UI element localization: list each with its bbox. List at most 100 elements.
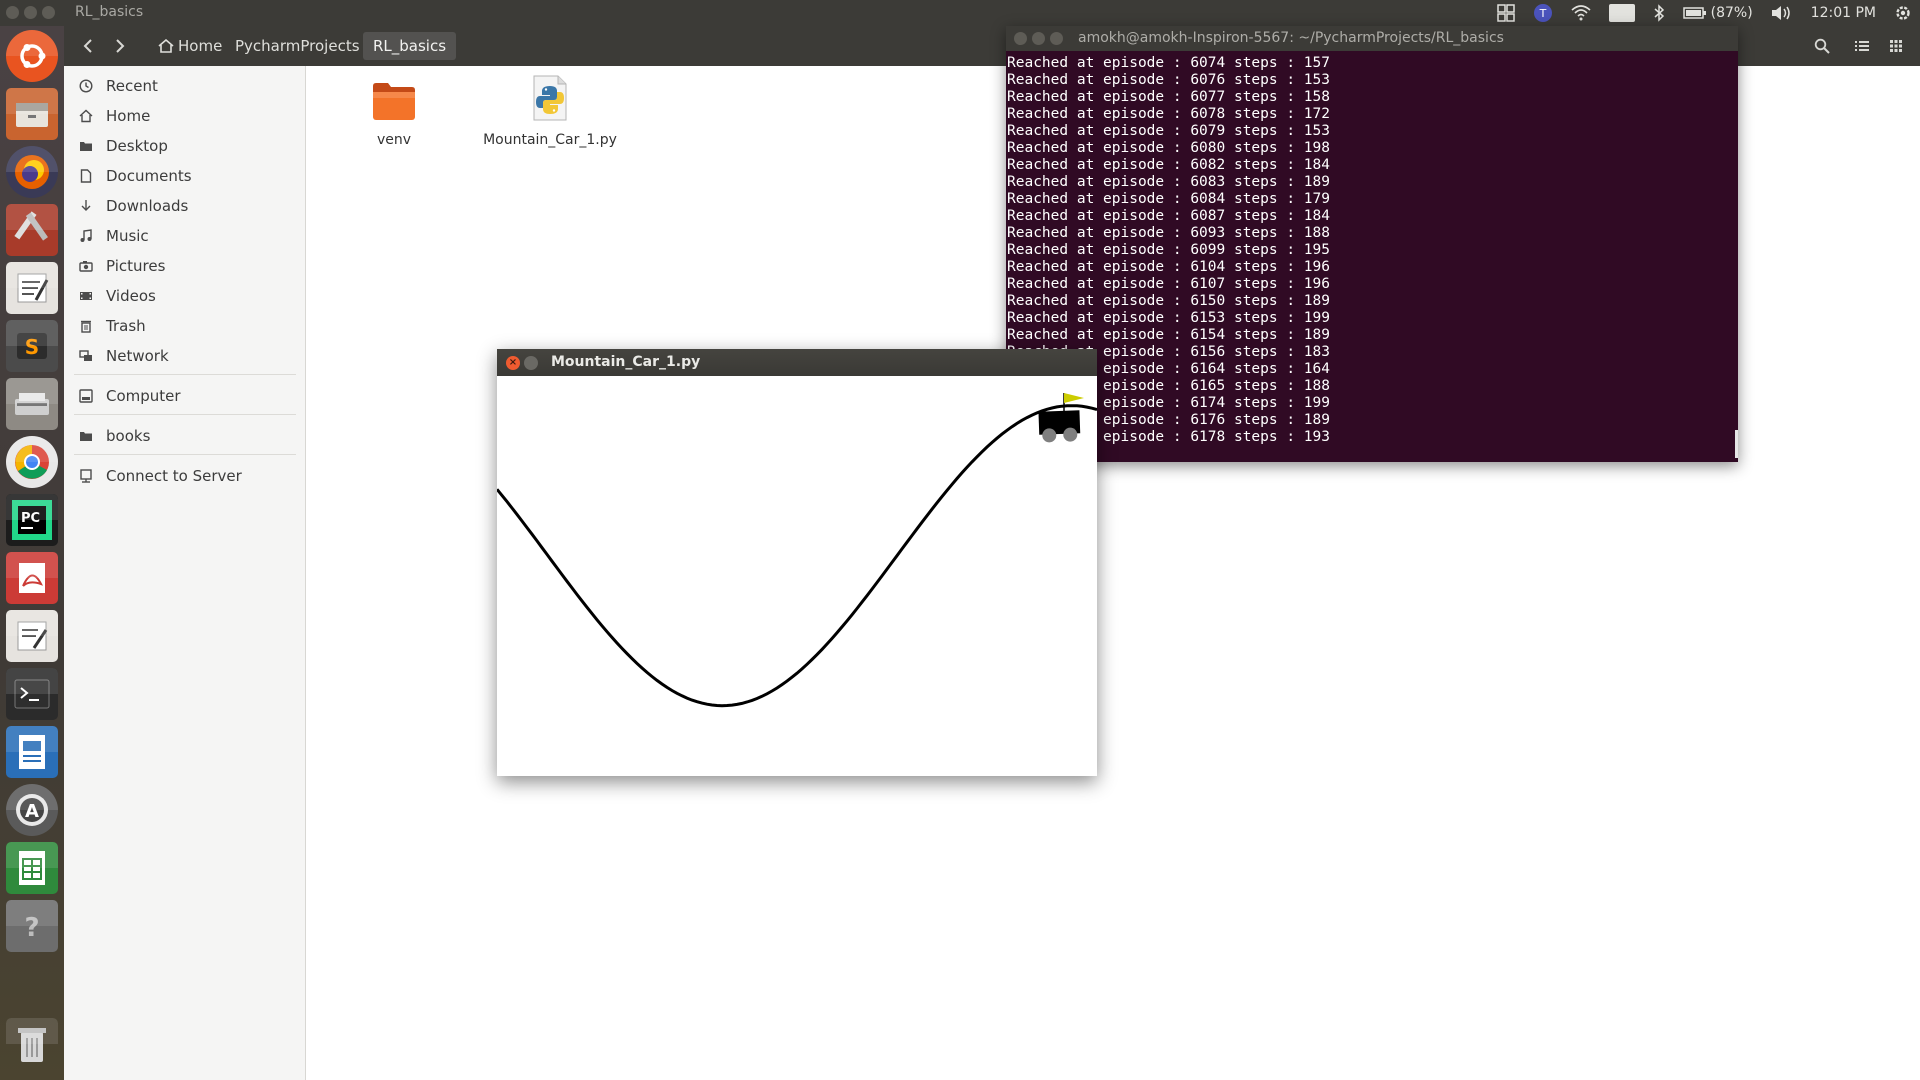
help-icon[interactable]: ? bbox=[6, 900, 58, 952]
download-icon bbox=[76, 196, 96, 216]
mountain-car-canvas bbox=[497, 393, 1097, 708]
volume-icon[interactable] bbox=[1771, 5, 1793, 21]
breadcrumb-home[interactable]: Home bbox=[148, 32, 232, 60]
ubuntu-dash-icon[interactable] bbox=[6, 30, 58, 82]
computer-icon bbox=[76, 386, 96, 406]
breadcrumb-pycharmprojects[interactable]: PycharmProjects bbox=[225, 32, 370, 60]
file-item-venv[interactable]: venv bbox=[319, 80, 469, 148]
minimize-button[interactable] bbox=[524, 356, 538, 370]
sidebar-item-connect-to-server[interactable]: Connect to Server bbox=[64, 462, 306, 490]
sidebar-item-pictures[interactable]: Pictures bbox=[64, 252, 306, 280]
folder-icon bbox=[76, 136, 96, 156]
top-panel: RL_basics T En (87%) 12:01 PM bbox=[0, 0, 1920, 26]
grid-view-button[interactable] bbox=[1882, 32, 1910, 60]
file-name: venv bbox=[376, 132, 412, 148]
scanner-icon[interactable] bbox=[6, 378, 58, 430]
search-icon bbox=[1814, 38, 1830, 54]
terminal-line: Reached at episode : 6107 steps : 196 bbox=[1007, 276, 1331, 292]
terminal-titlebar[interactable]: amokh@amokh-Inspiron-5567: ~/PycharmProj… bbox=[1006, 26, 1738, 51]
sidebar-item-label: Desktop bbox=[106, 137, 168, 155]
bluetooth-icon[interactable] bbox=[1653, 4, 1665, 22]
sidebar-item-label: Pictures bbox=[106, 257, 166, 275]
back-button[interactable] bbox=[74, 32, 102, 60]
terminal-output[interactable]: Reached at episode : 6074 steps : 157 Re… bbox=[1006, 53, 1738, 462]
sidebar-item-trash[interactable]: Trash bbox=[64, 312, 306, 340]
list-view-button[interactable] bbox=[1848, 32, 1876, 60]
svg-text:PC: PC bbox=[21, 511, 40, 526]
writer-icon[interactable] bbox=[6, 726, 58, 778]
settings-gear-icon[interactable] bbox=[1894, 4, 1912, 22]
battery-indicator[interactable]: (87%) bbox=[1682, 5, 1753, 21]
firefox-icon[interactable] bbox=[6, 146, 58, 198]
folder-icon bbox=[319, 80, 469, 126]
sidebar-item-desktop[interactable]: Desktop bbox=[64, 132, 306, 160]
file-name: Mountain_Car_1.py bbox=[483, 132, 617, 148]
mountain-track bbox=[497, 404, 1097, 708]
sidebar-item-label: books bbox=[106, 427, 151, 445]
window-controls[interactable] bbox=[6, 6, 55, 19]
text-editor-icon[interactable] bbox=[6, 262, 58, 314]
sidebar-item-music[interactable]: Music bbox=[64, 222, 306, 250]
gym-titlebar[interactable]: × Mountain_Car_1.py bbox=[497, 349, 1097, 376]
calc-icon[interactable] bbox=[6, 842, 58, 894]
notes-icon[interactable] bbox=[6, 610, 58, 662]
breadcrumb-label: Home bbox=[178, 37, 223, 55]
close-button[interactable]: × bbox=[506, 356, 520, 370]
battery-icon bbox=[1682, 7, 1706, 19]
sidebar-item-recent[interactable]: Recent bbox=[64, 72, 306, 100]
teams-icon[interactable]: T bbox=[1533, 3, 1553, 23]
close-icon[interactable] bbox=[1014, 32, 1027, 45]
sidebar-item-home[interactable]: Home bbox=[64, 102, 306, 130]
sidebar-item-label: Trash bbox=[106, 317, 146, 335]
minimize-window-icon[interactable] bbox=[24, 6, 37, 19]
sidebar-item-downloads[interactable]: Downloads bbox=[64, 192, 306, 220]
pdf-viewer-icon[interactable] bbox=[6, 552, 58, 604]
maximize-window-icon[interactable] bbox=[42, 6, 55, 19]
terminal-line: Reached at episode : 6104 steps : 196 bbox=[1007, 259, 1331, 275]
keyboard-layout[interactable]: En bbox=[1609, 4, 1635, 22]
file-item-mountain-car[interactable]: Mountain_Car_1.py bbox=[475, 74, 625, 148]
sidebar-item-label: Connect to Server bbox=[106, 467, 242, 485]
sidebar-item-network[interactable]: Network bbox=[64, 342, 306, 370]
sidebar-item-computer[interactable]: Computer bbox=[64, 382, 306, 410]
sublime-text-icon[interactable]: S bbox=[6, 320, 58, 372]
system-settings-icon[interactable] bbox=[6, 204, 58, 256]
terminal-line: Reached at episode : 6153 steps : 199 bbox=[1007, 310, 1331, 326]
forward-button[interactable] bbox=[106, 32, 134, 60]
software-updater-icon[interactable]: A bbox=[6, 784, 58, 836]
search-button[interactable] bbox=[1808, 32, 1836, 60]
terminal-scrollbar[interactable] bbox=[1735, 430, 1738, 458]
sidebar-divider bbox=[74, 414, 296, 415]
minimize-icon[interactable] bbox=[1032, 32, 1045, 45]
trash-icon[interactable] bbox=[6, 1018, 58, 1070]
document-icon bbox=[76, 166, 96, 186]
sidebar-item-label: Videos bbox=[106, 287, 156, 305]
svg-text:S: S bbox=[25, 335, 39, 359]
sidebar-item-documents[interactable]: Documents bbox=[64, 162, 306, 190]
breadcrumb-rl-basics[interactable]: RL_basics bbox=[363, 32, 457, 60]
wifi-icon[interactable] bbox=[1571, 5, 1591, 21]
breadcrumb-label: PycharmProjects bbox=[235, 37, 360, 55]
sidebar-item-label: Recent bbox=[106, 77, 158, 95]
maximize-icon[interactable] bbox=[1050, 32, 1063, 45]
music-icon bbox=[76, 226, 96, 246]
terminal-window-controls[interactable] bbox=[1014, 32, 1063, 45]
chrome-icon[interactable] bbox=[6, 436, 58, 488]
close-window-icon[interactable] bbox=[6, 6, 19, 19]
terminal-window[interactable]: amokh@amokh-Inspiron-5567: ~/PycharmProj… bbox=[1006, 26, 1738, 462]
gym-render-window[interactable]: × Mountain_Car_1.py bbox=[497, 349, 1097, 776]
clock[interactable]: 12:01 PM bbox=[1811, 5, 1876, 21]
files-icon[interactable] bbox=[6, 88, 58, 140]
gym-window-title: Mountain_Car_1.py bbox=[551, 354, 701, 370]
pycharm-icon[interactable]: PC bbox=[6, 494, 58, 546]
sidebar-item-books[interactable]: books bbox=[64, 422, 306, 450]
places-sidebar: Recent Home Desktop Documents Downloads … bbox=[64, 66, 306, 1080]
workspaces-icon[interactable] bbox=[1497, 4, 1515, 22]
terminal-line: Reached at episode : 6174 steps : 199 bbox=[1007, 395, 1331, 411]
terminal-icon[interactable] bbox=[6, 668, 58, 720]
sidebar-item-videos[interactable]: Videos bbox=[64, 282, 306, 310]
terminal-line: Reached at episode : 6156 steps : 183 bbox=[1007, 344, 1331, 360]
sidebar-item-label: Music bbox=[106, 227, 149, 245]
terminal-line: Reached at episode : 6150 steps : 189 bbox=[1007, 293, 1331, 309]
terminal-line: Reached at episode : 6099 steps : 195 bbox=[1007, 242, 1331, 258]
